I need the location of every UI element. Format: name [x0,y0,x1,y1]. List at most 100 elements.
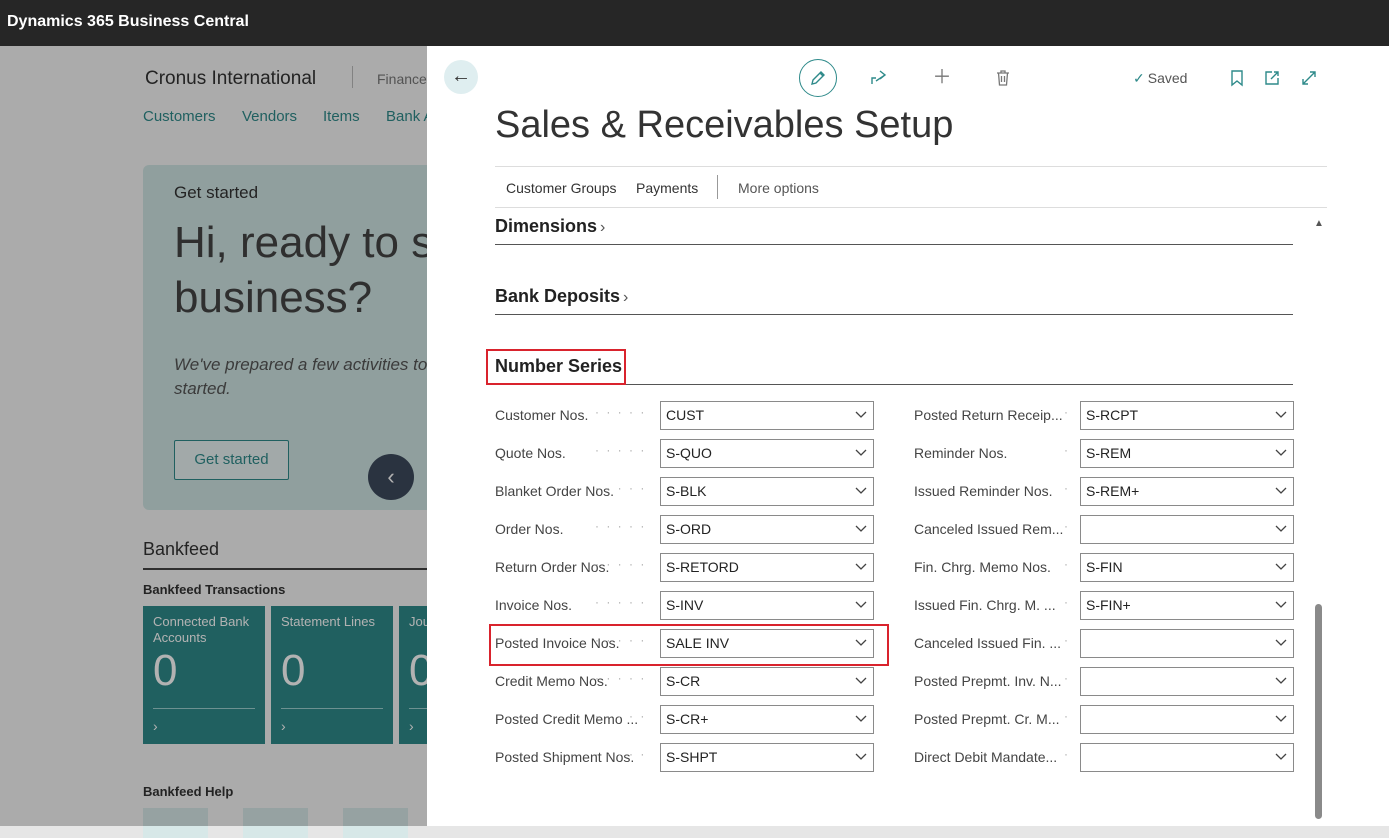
chevron-down-icon [1275,481,1287,497]
field-row: Posted Return Receip...· · · · · · · · ·… [914,401,1294,430]
chevron-down-icon [855,443,867,459]
chevron-down-icon [855,747,867,763]
number-series-select[interactable] [1080,743,1294,772]
field-row: Credit Memo Nos.· · · · · · · · · · · · … [495,667,874,696]
chevron-down-icon [1275,747,1287,763]
chevron-down-icon [1275,519,1287,535]
fasttab-bank-deposits[interactable]: Bank Deposits › [495,286,1293,315]
saved-label: Saved [1147,70,1188,86]
number-series-select[interactable]: S-FIN+ [1080,591,1294,620]
select-value: S-INV [666,597,704,613]
expand-button[interactable] [1294,63,1324,93]
number-series-select[interactable]: S-BLK [660,477,874,506]
number-series-select[interactable]: S-SHPT [660,743,874,772]
chevron-down-icon [855,519,867,535]
field-label: Invoice Nos. [495,597,573,613]
field-label: Customer Nos. [495,407,589,423]
select-value: S-RCPT [1086,407,1139,423]
action-customer-groups[interactable]: Customer Groups [506,180,616,196]
number-series-select[interactable] [1080,667,1294,696]
modal-overlay[interactable] [0,46,427,826]
leader-dots: · · · · · · · · · · · · · · [595,747,653,761]
number-series-select[interactable]: S-QUO [660,439,874,468]
field-label: Quote Nos. [495,445,566,461]
field-label: Canceled Issued Rem... [914,521,1064,537]
number-series-select[interactable] [1080,629,1294,658]
number-series-select[interactable]: S-CR [660,667,874,696]
arrow-left-icon: ← [451,65,471,87]
field-row: Quote Nos. · · · · · · · · · · · · · · S-Q… [495,439,874,468]
chevron-right-icon: › [600,219,606,236]
delete-button[interactable] [988,63,1018,93]
number-series-select[interactable]: S-FIN [1080,553,1294,582]
field-row: Order Nos. · · · · · · · · · · · · · · S-O… [495,515,874,544]
leader-dots: · · · · · · · · · · · · · · [1064,481,1074,495]
bookmark-icon [1231,70,1243,87]
field-row: Direct Debit Mandate... · · · · · · · · ·… [914,743,1294,772]
field-label: Canceled Issued Fin. ... [914,635,1062,651]
action-more-options[interactable]: More options [738,180,819,196]
fasttab-dimensions[interactable]: Dimensions › [495,216,1293,245]
leader-dots: · · · · · · · · · · · · · · [595,405,653,419]
number-series-select[interactable]: CUST [660,401,874,430]
field-label: Fin. Chrg. Memo Nos. [914,559,1051,575]
select-value: S-REM+ [1086,483,1140,499]
number-series-select[interactable]: S-ORD [660,515,874,544]
new-button[interactable]: ＋ [927,63,957,93]
select-value: S-BLK [666,483,707,499]
plus-icon: ＋ [932,67,952,88]
field-label: Posted Prepmt. Inv. N... [914,673,1062,689]
select-value: S-ORD [666,521,712,537]
field-label: Posted Return Receip... [914,407,1063,423]
chevron-down-icon [855,709,867,725]
select-value: CUST [666,407,705,423]
open-new-window-button[interactable] [1257,63,1287,93]
app-title[interactable]: Dynamics 365 Business Central [7,13,249,31]
number-series-select[interactable]: S-REM [1080,439,1294,468]
leader-dots: · · · · · · · · · · · · · · [1064,671,1074,685]
number-series-select[interactable] [1080,515,1294,544]
field-row: Posted Prepmt. Inv. N...· · · · · · · · … [914,667,1294,696]
bookmark-button[interactable] [1222,63,1252,93]
share-icon [871,70,887,84]
field-row: Canceled Issued Rem...· · · · · · · · · … [914,515,1294,544]
select-value: S-CR [666,673,701,689]
leader-dots: · · · · · · · · · · · · · · [595,481,653,495]
chevron-down-icon [1275,405,1287,421]
saved-status: ✓ Saved [1133,70,1187,87]
leader-dots: · · · · · · · · · · · · · · [595,709,653,723]
chevron-down-icon [1275,557,1287,573]
field-label: Return Order Nos. [495,559,610,575]
open-in-new-window-icon [1265,71,1279,85]
chevron-down-icon [855,671,867,687]
chevron-right-icon: › [623,289,629,306]
chevron-down-icon [855,405,867,421]
action-payments[interactable]: Payments [636,180,698,196]
select-value: S-REM [1086,445,1132,461]
top-bar: Dynamics 365 Business Central [0,0,1389,46]
scrollbar-thumb[interactable] [1315,604,1322,819]
number-series-select[interactable]: S-RETORD [660,553,874,582]
field-row: Posted Prepmt. Cr. M... · · · · · · · · ·… [914,705,1294,734]
highlight-box [486,349,626,385]
number-series-select[interactable]: S-RCPT [1080,401,1294,430]
field-row: Fin. Chrg. Memo Nos. · · · · · · · · · · … [914,553,1294,582]
leader-dots: · · · · · · · · · · · · · · [1064,557,1074,571]
edit-button[interactable] [799,59,837,97]
leader-dots: · · · · · · · · · · · · · · [1064,633,1074,647]
number-series-select[interactable]: S-CR+ [660,705,874,734]
field-row: Issued Fin. Chrg. M. ... · · · · · · · · … [914,591,1294,620]
field-row: Return Order Nos.· · · · · · · · · · · ·… [495,553,874,582]
number-series-select[interactable]: S-REM+ [1080,477,1294,506]
leader-dots: · · · · · · · · · · · · · · [595,519,653,533]
field-row: Posted Shipment Nos.· · · · · · · · · · … [495,743,874,772]
leader-dots: · · · · · · · · · · · · · · [595,595,653,609]
leader-dots: · · · · · · · · · · · · · · [1064,595,1074,609]
number-series-select[interactable] [1080,705,1294,734]
leader-dots: · · · · · · · · · · · · · · [1064,709,1074,723]
number-series-select[interactable]: S-INV [660,591,874,620]
scroll-up-icon[interactable]: ▲ [1314,218,1324,229]
chevron-down-icon [1275,709,1287,725]
back-button[interactable]: ← [444,60,478,94]
share-button[interactable] [864,63,894,93]
